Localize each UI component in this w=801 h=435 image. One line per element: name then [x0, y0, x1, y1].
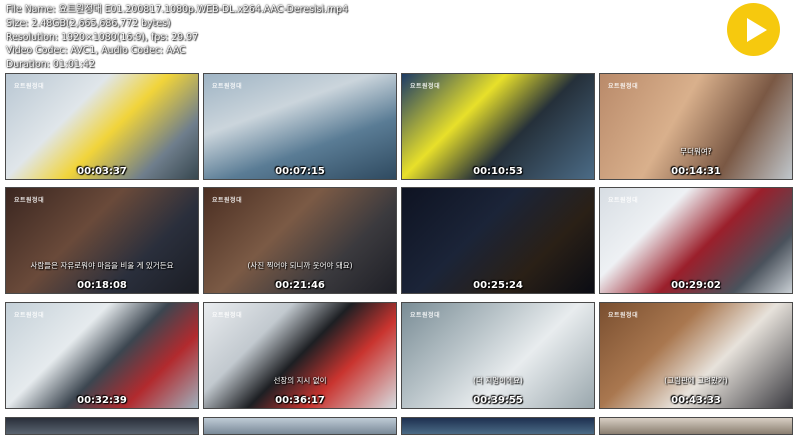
thumbnail-13[interactable]: [5, 417, 199, 435]
thumbnail-7[interactable]: 00:25:24: [401, 187, 595, 294]
thumbnail-timestamp: 00:29:02: [671, 280, 721, 291]
thumbnail-8[interactable]: 요트원정대 00:29:02: [599, 187, 793, 294]
thumbnail-caption: 선장의 지시 없이: [273, 376, 327, 385]
thumbnail-timestamp: 00:43:33: [671, 395, 721, 406]
play-icon: [741, 17, 767, 42]
thumbnail-10[interactable]: 요트원정대선장의 지시 없이 00:36:17: [203, 302, 397, 409]
thumbnail-logo: 요트원정대: [410, 312, 441, 319]
thumbnail-caption: (사진 찍어야 되니까 웃어야 돼요): [247, 261, 353, 270]
thumbnail-logo: 요트원정대: [14, 312, 45, 319]
thumbnail-2[interactable]: 요트원정대 00:07:15: [203, 73, 397, 180]
thumbnail-timestamp: 00:36:17: [275, 395, 325, 406]
thumbnail-logo: 요트원정대: [212, 83, 243, 90]
thumbnail-timestamp: 00:32:39: [77, 395, 127, 406]
file-info: File Name: 요트원정대 E01.200817.1080p.WEB-DL…: [6, 3, 348, 72]
file-duration: Duration: 01:01:42: [6, 59, 95, 71]
thumbnail-caption: (그림판에 그려봤가): [664, 376, 728, 385]
thumbnail-6[interactable]: 요트원정대 (사진 찍어야 되니까 웃어야 돼요) 00:21:46: [203, 187, 397, 294]
thumbnail-timestamp: 00:39:55: [473, 395, 523, 406]
thumbnail-16[interactable]: [599, 417, 793, 435]
file-resolution: Resolution: 1920×1080(16:9), fps: 29.97: [6, 31, 199, 43]
thumbnail-1[interactable]: 요트원정대 00:03:37: [5, 73, 199, 180]
play-button[interactable]: [727, 3, 780, 56]
file-size: Size: 2.48GB(2,665,686,772 bytes): [6, 17, 171, 29]
thumbnail-timestamp: 00:21:46: [275, 280, 325, 291]
thumbnail-timestamp: 00:07:15: [275, 166, 325, 177]
thumbnail-timestamp: 00:10:53: [473, 166, 523, 177]
thumbnail-3[interactable]: 요트원정대 00:10:53: [401, 73, 595, 180]
thumbnail-caption: 무더워여?: [680, 147, 712, 156]
thumbnail-logo: 요트원정대: [608, 83, 639, 90]
file-codec: Video Codec: AVC1, Audio Codec: AAC: [6, 45, 186, 57]
thumbnail-logo: 요트원정대: [212, 312, 243, 319]
thumbnail-logo: 요트원정대: [608, 312, 639, 319]
thumbnail-logo: 요트원정대: [608, 197, 639, 204]
thumbnail-logo: 요트원정대: [14, 197, 45, 204]
thumbnail-timestamp: 00:03:37: [77, 166, 127, 177]
thumbnail-timestamp: 00:18:08: [77, 280, 127, 291]
thumbnail-14[interactable]: [203, 417, 397, 435]
thumbnail-caption: 사람들은 자유로워야 마음을 비울 게 있거든요: [30, 261, 174, 270]
thumbnail-logo: 요트원정대: [212, 197, 243, 204]
thumbnail-12[interactable]: 요트원정대 (그림판에 그려봤가) 00:43:33: [599, 302, 793, 409]
thumbnail-4[interactable]: 요트원정대무더워여? 00:14:31: [599, 73, 793, 180]
thumbnail-timestamp: 00:25:24: [473, 280, 523, 291]
thumbnail-5[interactable]: 요트원정대사람들은 자유로워야 마음을 비울 게 있거든요 00:18:08: [5, 187, 199, 294]
thumbnail-timestamp: 00:14:31: [671, 166, 721, 177]
thumbnail-15[interactable]: [401, 417, 595, 435]
thumbnail-11[interactable]: 요트원정대 (더 지명이에요) 00:39:55: [401, 302, 595, 409]
thumbnail-9[interactable]: 요트원정대 00:32:39: [5, 302, 199, 409]
file-name: File Name: 요트원정대 E01.200817.1080p.WEB-DL…: [6, 4, 349, 15]
thumbnail-logo: 요트원정대: [410, 83, 441, 90]
thumbnail-caption: (더 지명이에요): [473, 376, 523, 385]
thumbnail-logo: 요트원정대: [14, 83, 45, 90]
